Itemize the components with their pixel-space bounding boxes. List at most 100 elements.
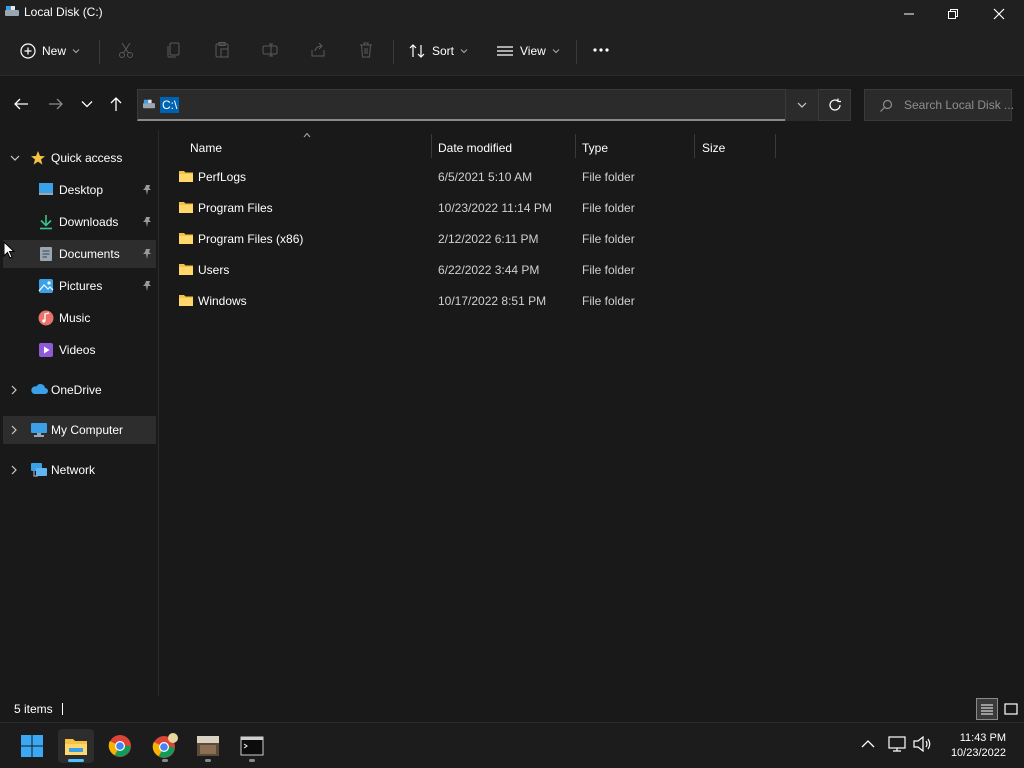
back-button[interactable]	[10, 93, 32, 115]
table-row[interactable]: Program Files 10/23/2022 11:14 PM File f…	[170, 194, 930, 222]
sidebar-item-onedrive[interactable]: OneDrive	[3, 376, 156, 404]
pane-splitter[interactable]	[158, 130, 159, 696]
table-row[interactable]: Windows 10/17/2022 8:51 PM File folder	[170, 287, 930, 315]
column-header-size[interactable]: Size	[702, 134, 772, 162]
folder-icon	[179, 171, 193, 182]
trash-icon	[360, 42, 372, 58]
network-icon	[31, 463, 47, 477]
sidebar-item-documents[interactable]: Documents	[3, 240, 156, 268]
chevron-right-icon	[11, 425, 17, 435]
large-icons-view-button[interactable]	[1000, 698, 1022, 720]
file-name: Program Files	[198, 201, 273, 215]
computer-icon	[31, 423, 47, 437]
sidebar-item-desktop[interactable]: Desktop	[3, 176, 156, 204]
view-list-icon	[497, 46, 513, 56]
minimize-icon	[904, 13, 914, 15]
network-status[interactable]	[887, 735, 907, 756]
navigation-bar: C:\ Search Local Disk ...	[0, 77, 1024, 130]
sidebar-item-videos[interactable]: Videos	[3, 336, 156, 364]
sidebar-item-music[interactable]: Music	[3, 304, 156, 332]
new-label: New	[42, 44, 67, 58]
table-row[interactable]: Users 6/22/2022 3:44 PM File folder	[170, 256, 930, 284]
taskbar-chrome[interactable]	[102, 729, 138, 763]
network-icon	[888, 736, 906, 752]
file-type: File folder	[582, 263, 635, 277]
sidebar-label: OneDrive	[51, 383, 102, 397]
copy-button[interactable]	[162, 38, 186, 62]
search-input[interactable]: Search Local Disk ...	[864, 89, 1014, 121]
sidebar-item-my-computer[interactable]: My Computer	[3, 416, 156, 444]
sidebar-item-downloads[interactable]: Downloads	[3, 208, 156, 236]
taskbar-app-window[interactable]	[190, 729, 226, 763]
table-row[interactable]: PerfLogs 6/5/2021 5:10 AM File folder	[170, 163, 930, 191]
chevron-right-icon	[11, 465, 17, 475]
column-divider[interactable]	[694, 134, 695, 158]
plus-circle-icon	[20, 43, 36, 59]
column-header-name[interactable]: Name	[190, 134, 430, 162]
address-bar[interactable]: C:\	[137, 89, 818, 121]
sidebar-item-network[interactable]: Network	[3, 456, 156, 484]
sidebar-item-quick-access[interactable]: Quick access	[3, 144, 156, 172]
pin-icon	[143, 281, 151, 291]
rename-button[interactable]	[258, 38, 282, 62]
status-bar: 5 items	[0, 696, 1024, 722]
details-view-button[interactable]	[976, 698, 998, 720]
share-button[interactable]	[306, 38, 330, 62]
sort-label: Sort	[432, 44, 455, 58]
file-name: PerfLogs	[198, 170, 247, 184]
restore-button[interactable]	[930, 0, 976, 28]
windows-logo-icon	[21, 735, 43, 757]
more-options-button[interactable]	[589, 38, 613, 62]
refresh-button[interactable]	[818, 89, 851, 121]
clock[interactable]: 11:43 PM 10/23/2022	[951, 731, 1006, 761]
up-button[interactable]	[105, 93, 127, 115]
address-history-button[interactable]	[785, 89, 818, 121]
file-date: 6/22/2022 3:44 PM	[438, 263, 540, 277]
delete-button[interactable]	[354, 38, 378, 62]
details-view-icon	[981, 704, 993, 715]
desktop-icon	[39, 183, 53, 195]
sort-button[interactable]: Sort	[408, 36, 468, 66]
minimize-button[interactable]	[886, 0, 932, 28]
column-divider[interactable]	[431, 134, 432, 158]
table-row[interactable]: Program Files (x86) 2/12/2022 6:11 PM Fi…	[170, 225, 930, 253]
large-icons-view-icon	[1004, 703, 1018, 715]
column-divider[interactable]	[775, 134, 776, 158]
download-icon	[40, 215, 52, 230]
start-button[interactable]	[14, 729, 50, 763]
rename-icon	[262, 43, 278, 57]
volume-control[interactable]	[912, 735, 932, 756]
column-divider[interactable]	[575, 134, 576, 158]
sidebar-item-pictures[interactable]: Pictures	[3, 272, 156, 300]
close-button[interactable]	[976, 0, 1022, 28]
recent-locations-button[interactable]	[76, 93, 98, 115]
taskbar-terminal[interactable]	[234, 729, 270, 763]
taskbar-chrome-profile[interactable]	[147, 729, 183, 763]
forward-button[interactable]	[45, 93, 67, 115]
mouse-cursor-icon	[3, 241, 15, 259]
chevron-up-icon	[861, 740, 875, 748]
new-button[interactable]: New	[20, 36, 80, 66]
paste-button[interactable]	[210, 38, 234, 62]
chrome-icon	[108, 735, 131, 757]
file-date: 2/12/2022 6:11 PM	[438, 232, 539, 246]
restore-icon	[948, 9, 958, 19]
status-separator	[62, 703, 63, 715]
address-path[interactable]: C:\	[160, 97, 180, 113]
cut-button[interactable]	[114, 38, 138, 62]
column-header-date[interactable]: Date modified	[438, 134, 573, 162]
view-button[interactable]: View	[496, 36, 560, 66]
show-hidden-icons-button[interactable]	[860, 738, 876, 752]
refresh-icon	[828, 98, 841, 111]
close-icon	[993, 8, 1005, 20]
pin-icon	[143, 185, 151, 195]
chevron-right-icon	[11, 385, 17, 395]
sidebar-label: Pictures	[59, 279, 103, 293]
file-name: Users	[198, 263, 230, 277]
taskbar-file-explorer[interactable]	[58, 729, 94, 763]
column-header-type[interactable]: Type	[582, 134, 692, 162]
folder-icon	[179, 233, 193, 244]
column-label: Size	[702, 141, 726, 155]
sidebar-label: Downloads	[59, 215, 119, 229]
column-label: Type	[582, 141, 609, 155]
